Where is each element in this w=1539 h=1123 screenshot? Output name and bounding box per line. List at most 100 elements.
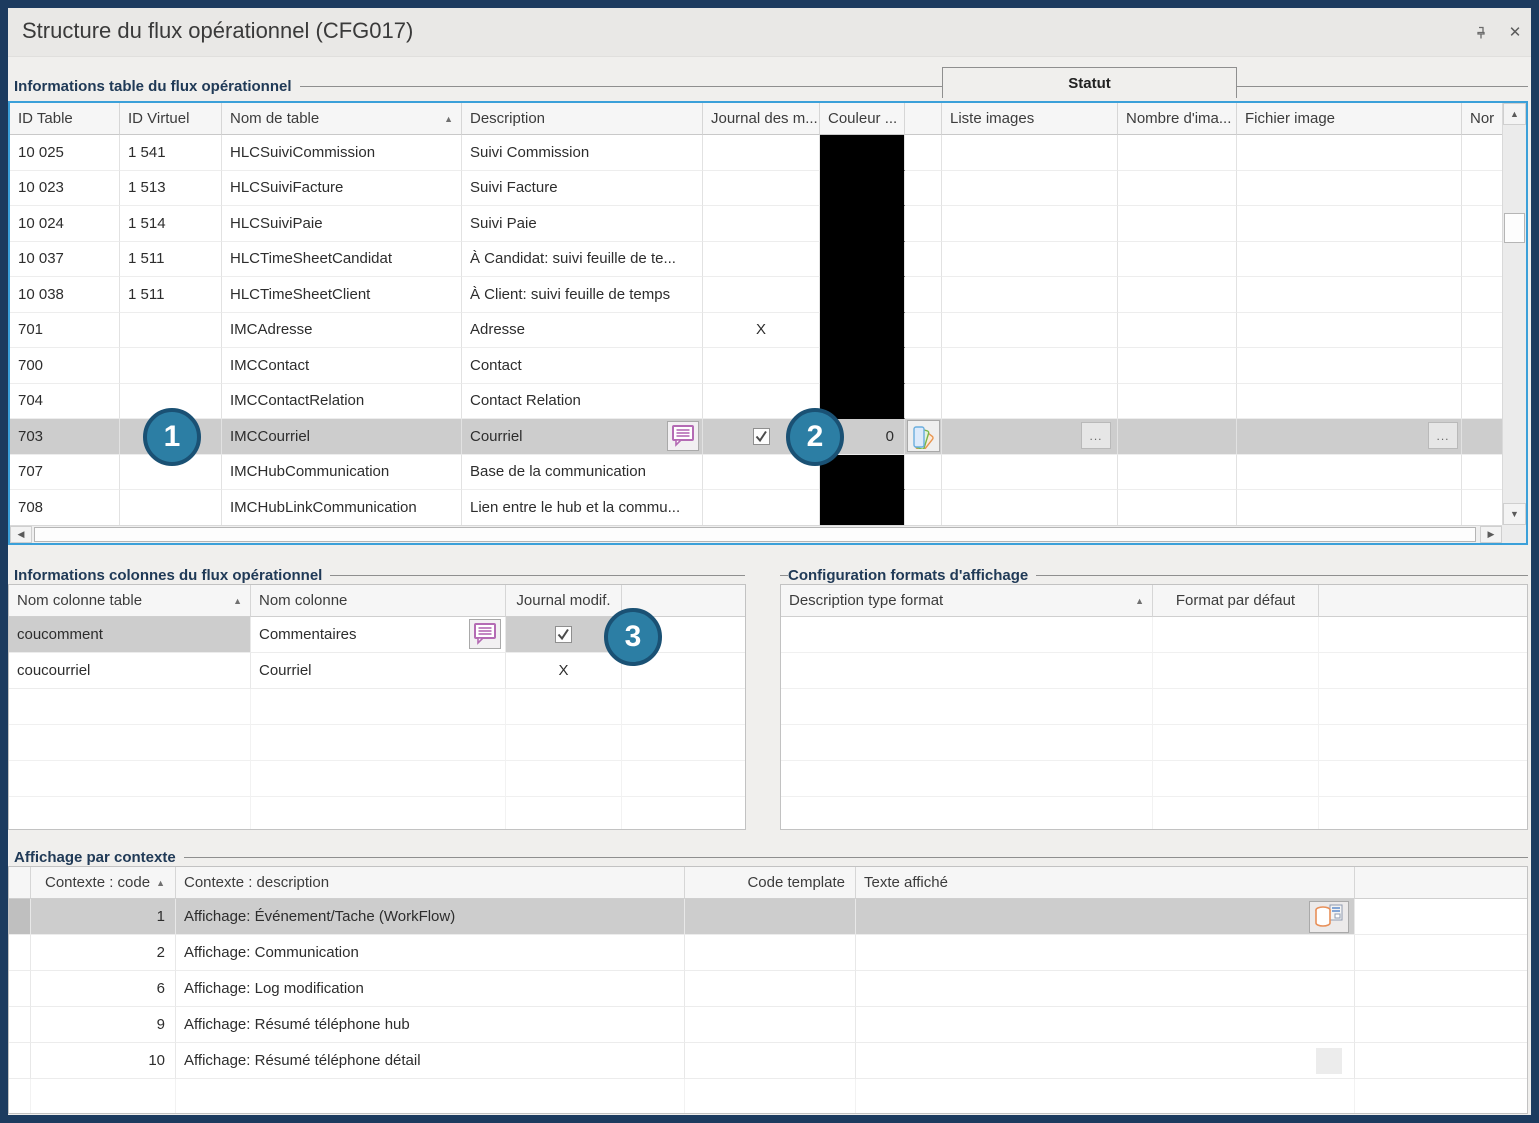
comment-icon[interactable]: [469, 619, 501, 649]
table-row[interactable]: 10 038 1 511 HLCTimeSheetClient À Client…: [10, 277, 1502, 313]
callout-1: 1: [143, 408, 201, 466]
comment-icon[interactable]: [667, 421, 699, 451]
cell-liste-images: [942, 348, 1118, 384]
cell-blank: [781, 797, 1153, 830]
column-header-blank[interactable]: [905, 103, 942, 135]
column-header-label: Contexte : code: [45, 874, 150, 891]
fichier-image-browse-button[interactable]: ...: [1428, 422, 1458, 449]
cell-blank: [905, 348, 942, 384]
sort-asc-icon: ▲: [1135, 596, 1144, 606]
column-header-nor-truncated[interactable]: Nor: [1462, 103, 1502, 135]
column-header-nom-colonne[interactable]: Nom colonne: [251, 585, 506, 617]
cell-id-table: 10 037: [10, 242, 120, 278]
panel-body: Structure du flux opérationnel (CFG017) …: [8, 8, 1531, 1115]
cell-blank: [1319, 617, 1527, 653]
cell-blank: [781, 725, 1153, 761]
table-row[interactable]: 707 IMCHubCommunication Base de la commu…: [10, 455, 1502, 491]
row-indicator: [9, 899, 31, 935]
table-row[interactable]: 6 Affichage: Log modification: [9, 971, 1527, 1007]
cell-fichier-image: [1237, 348, 1462, 384]
cell-nombre-images: [1118, 242, 1237, 278]
main-table-rows: 10 025 1 541 HLCSuiviCommission Suivi Co…: [10, 135, 1502, 525]
checkbox-checked[interactable]: [555, 626, 572, 643]
column-header-code-template[interactable]: Code template: [685, 867, 856, 899]
table-row[interactable]: 10 023 1 513 HLCSuiviFacture Suivi Factu…: [10, 171, 1502, 207]
column-header-journal-modif[interactable]: Journal modif.: [506, 585, 622, 617]
column-header-contexte-code[interactable]: Contexte : code ▲: [31, 867, 176, 899]
table-row[interactable]: 10 Affichage: Résumé téléphone détail: [9, 1043, 1527, 1079]
column-header-description[interactable]: Description: [462, 103, 703, 135]
cell-nombre-images: [1118, 313, 1237, 349]
cell-liste-images: [942, 242, 1118, 278]
cell-blank: [1153, 761, 1319, 797]
scroll-right-button[interactable]: ▶: [1480, 526, 1502, 543]
column-header-journal[interactable]: Journal des m...: [703, 103, 820, 135]
cell-fichier-image: [1237, 135, 1462, 171]
column-header-format-par-defaut[interactable]: Format par défaut: [1153, 585, 1319, 617]
cell-blank: [1355, 935, 1527, 971]
cell-nombre-images: [1118, 384, 1237, 420]
cell-blank: [1355, 1007, 1527, 1043]
column-header-texte-affiche[interactable]: Texte affiché: [856, 867, 1355, 899]
cell-texte-affiche: [856, 899, 1355, 935]
couleur-swatch: [820, 242, 905, 278]
checkbox-checked[interactable]: [753, 428, 770, 445]
column-header-id-virtuel[interactable]: ID Virtuel: [120, 103, 222, 135]
scroll-down-button[interactable]: ▼: [1503, 503, 1526, 525]
table-row[interactable]: 700 IMCContact Contact: [10, 348, 1502, 384]
color-fan-icon[interactable]: [907, 420, 940, 452]
close-icon[interactable]: ✕: [1504, 21, 1526, 43]
horizontal-scrollbar[interactable]: ◀ ▶: [10, 525, 1502, 543]
column-header-nom-colonne-table[interactable]: Nom colonne table ▲: [9, 585, 251, 617]
column-header-row-indicator[interactable]: [9, 867, 31, 899]
cell-description: Suivi Facture: [462, 171, 703, 207]
table-row-selected[interactable]: 703 IMCCourriel Courriel: [10, 419, 1502, 455]
column-header-blank[interactable]: [1319, 585, 1527, 617]
vertical-scroll-thumb[interactable]: [1504, 213, 1525, 243]
column-header-label: Nom de table: [230, 110, 319, 127]
table-row[interactable]: 9 Affichage: Résumé téléphone hub: [9, 1007, 1527, 1043]
cell-blank: [781, 653, 1153, 689]
column-header-couleur[interactable]: Couleur ...: [820, 103, 905, 135]
table-row[interactable]: 704 IMCContactRelation Contact Relation: [10, 384, 1502, 420]
column-header-liste-images[interactable]: Liste images: [942, 103, 1118, 135]
scroll-left-button[interactable]: ◀: [10, 526, 32, 543]
table-row[interactable]: 708 IMCHubLinkCommunication Lien entre l…: [10, 490, 1502, 525]
cell-nom-table: HLCSuiviCommission: [222, 135, 462, 171]
table-row[interactable]: 2 Affichage: Communication: [9, 935, 1527, 971]
table-row[interactable]: 701 IMCAdresse Adresse X: [10, 313, 1502, 349]
column-header-nom-de-table[interactable]: Nom de table ▲: [222, 103, 462, 135]
database-form-icon[interactable]: [1309, 901, 1349, 933]
table-row-empty: [9, 689, 745, 725]
cell-id-table: 10 025: [10, 135, 120, 171]
cell-id-table: 10 023: [10, 171, 120, 207]
liste-images-browse-button[interactable]: ...: [1081, 422, 1111, 449]
column-header-nombre-images[interactable]: Nombre d'ima...: [1118, 103, 1237, 135]
cell-nor: [1462, 242, 1502, 278]
column-header-id-table[interactable]: ID Table: [10, 103, 120, 135]
cell-blank: [251, 797, 506, 830]
horizontal-scroll-thumb[interactable]: [34, 527, 1476, 542]
column-header-contexte-description[interactable]: Contexte : description: [176, 867, 685, 899]
table-row[interactable]: 10 024 1 514 HLCSuiviPaie Suivi Paie: [10, 206, 1502, 242]
table-row[interactable]: 10 037 1 511 HLCTimeSheetCandidat À Cand…: [10, 242, 1502, 278]
scroll-up-button[interactable]: ▲: [1503, 103, 1526, 125]
couleur-swatch: [820, 313, 905, 349]
cell-blank: [622, 725, 745, 761]
cell-blank: [781, 689, 1153, 725]
column-header-blank[interactable]: [1355, 867, 1527, 899]
cell-blank: [9, 689, 251, 725]
cell-nom-table: IMCHubLinkCommunication: [222, 490, 462, 525]
cell-blank: [9, 761, 251, 797]
cell-code-template: [685, 1043, 856, 1079]
table-row[interactable]: 10 025 1 541 HLCSuiviCommission Suivi Co…: [10, 135, 1502, 171]
cell-description: Lien entre le hub et la commu...: [462, 490, 703, 525]
cell-nom-table: HLCSuiviFacture: [222, 171, 462, 207]
table-row-selected[interactable]: 1 Affichage: Événement/Tache (WorkFlow): [9, 899, 1527, 935]
column-header-description-type-format[interactable]: Description type format ▲: [781, 585, 1153, 617]
vertical-scrollbar[interactable]: ▲ ▼: [1502, 103, 1526, 525]
column-header-fichier-image[interactable]: Fichier image: [1237, 103, 1462, 135]
pin-icon[interactable]: [1470, 22, 1492, 44]
cell-id-table: 707: [10, 455, 120, 491]
cell-nor: [1462, 348, 1502, 384]
